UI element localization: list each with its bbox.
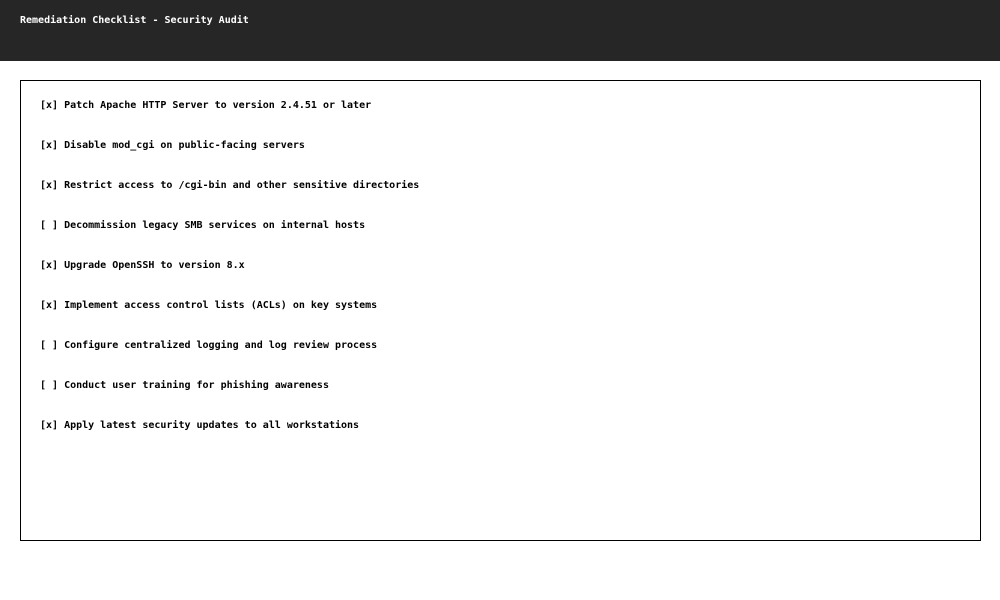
checkbox[interactable]: [x] (40, 299, 58, 313)
checkbox[interactable]: [x] (40, 99, 58, 113)
checklist-item-label: Configure centralized logging and log re… (64, 340, 378, 351)
checklist-item: [x] Restrict access to /cgi-bin and othe… (40, 179, 419, 219)
checklist-item: [ ] Configure centralized logging and lo… (40, 339, 419, 379)
checklist-item: [x] Disable mod_cgi on public-facing ser… (40, 139, 419, 179)
checkbox[interactable]: [ ] (40, 219, 58, 233)
checkbox[interactable]: [ ] (40, 379, 58, 393)
checklist-item: [x] Upgrade OpenSSH to version 8.x (40, 259, 419, 299)
checklist-item-label: Decommission legacy SMB services on inte… (64, 220, 366, 231)
checklist-panel: [x] Patch Apache HTTP Server to version … (20, 80, 981, 541)
checklist-item-label: Restrict access to /cgi-bin and other se… (64, 180, 420, 191)
checklist-item-label: Apply latest security updates to all wor… (64, 420, 360, 431)
checkbox[interactable]: [x] (40, 259, 58, 273)
checklist-item: [x] Apply latest security updates to all… (40, 419, 419, 459)
checklist-item: [ ] Conduct user training for phishing a… (40, 379, 419, 419)
checkbox[interactable]: [x] (40, 419, 58, 433)
checklist: [x] Patch Apache HTTP Server to version … (40, 99, 419, 459)
checklist-item-label: Patch Apache HTTP Server to version 2.4.… (64, 100, 372, 111)
checklist-item: [x] Implement access control lists (ACLs… (40, 299, 419, 339)
checklist-item-label: Conduct user training for phishing aware… (64, 380, 329, 391)
checklist-item-label: Implement access control lists (ACLs) on… (64, 300, 378, 311)
checklist-item: [x] Patch Apache HTTP Server to version … (40, 99, 419, 139)
checklist-item-label: Upgrade OpenSSH to version 8.x (64, 260, 245, 271)
checkbox[interactable]: [ ] (40, 339, 58, 353)
checkbox[interactable]: [x] (40, 139, 58, 153)
checklist-item-label: Disable mod_cgi on public-facing servers (64, 140, 305, 151)
title-bar: Remediation Checklist - Security Audit (0, 0, 1000, 61)
window-title: Remediation Checklist - Security Audit (20, 15, 249, 26)
checklist-item: [ ] Decommission legacy SMB services on … (40, 219, 419, 259)
checkbox[interactable]: [x] (40, 179, 58, 193)
